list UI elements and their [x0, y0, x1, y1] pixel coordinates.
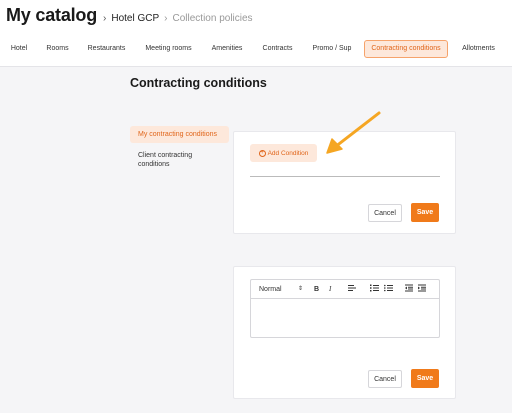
- tab-allotments[interactable]: Allotments: [459, 40, 498, 58]
- format-select[interactable]: Normal ⇕: [259, 284, 303, 295]
- breadcrumb-hotel[interactable]: Hotel GCP: [111, 13, 159, 24]
- tab-contracts[interactable]: Contracts: [259, 40, 296, 58]
- tab-amenities[interactable]: Amenities: [208, 40, 246, 58]
- tab-rooms[interactable]: Rooms: [44, 40, 71, 58]
- side-nav-my-contracting-conditions[interactable]: My contracting conditions: [130, 126, 229, 143]
- tab-hotel[interactable]: Hotel: [7, 40, 31, 58]
- italic-button[interactable]: I: [329, 284, 331, 295]
- add-condition-button[interactable]: + Add Condition: [250, 144, 317, 162]
- tab-bar: Hotel Rooms Restaurants Meeting rooms Am…: [0, 40, 512, 58]
- breadcrumb-separator: ›: [164, 13, 168, 24]
- format-select-value: Normal: [259, 286, 282, 293]
- bold-button[interactable]: B: [314, 284, 319, 295]
- side-nav-client-contracting-conditions[interactable]: Client contracting conditions: [130, 147, 229, 173]
- breadcrumb-separator: ›: [103, 13, 107, 24]
- ordered-list-icon[interactable]: [370, 284, 379, 295]
- bullet-list-icon[interactable]: [384, 284, 393, 295]
- select-arrows-icon: ⇕: [297, 286, 303, 292]
- outdent-icon[interactable]: [405, 284, 413, 295]
- side-nav: My contracting conditions Client contrac…: [130, 126, 229, 173]
- tab-restaurants[interactable]: Restaurants: [85, 40, 128, 58]
- top-header: My catalog › Hotel GCP › Collection poli…: [0, 0, 512, 67]
- plus-circle-icon: +: [258, 149, 266, 157]
- divider: [250, 176, 440, 177]
- editor-toolbar: Normal ⇕ B I: [251, 280, 439, 299]
- page-title: My catalog: [6, 5, 98, 25]
- cancel-button[interactable]: Cancel: [368, 370, 402, 388]
- save-button[interactable]: Save: [411, 369, 439, 388]
- tab-contracting-conditions[interactable]: Contracting conditions: [364, 40, 448, 58]
- tab-meeting-rooms[interactable]: Meeting rooms: [141, 40, 196, 58]
- annotation-arrow-icon: [326, 111, 381, 154]
- add-condition-label: Add Condition: [267, 149, 309, 157]
- editor-card: Normal ⇕ B I Cancel Save: [233, 266, 456, 399]
- tab-promo-sup[interactable]: Promo / Sup: [309, 40, 355, 58]
- title-row: My catalog › Hotel GCP › Collection poli…: [6, 5, 253, 26]
- align-left-icon[interactable]: [348, 284, 356, 295]
- section-title: Contracting conditions: [130, 76, 267, 90]
- breadcrumb-current: Collection policies: [172, 13, 253, 24]
- indent-icon[interactable]: [418, 284, 426, 295]
- cancel-button[interactable]: Cancel: [368, 204, 402, 222]
- editor-text-area[interactable]: [251, 299, 439, 337]
- rich-text-editor: Normal ⇕ B I: [250, 279, 440, 338]
- save-button[interactable]: Save: [411, 203, 439, 222]
